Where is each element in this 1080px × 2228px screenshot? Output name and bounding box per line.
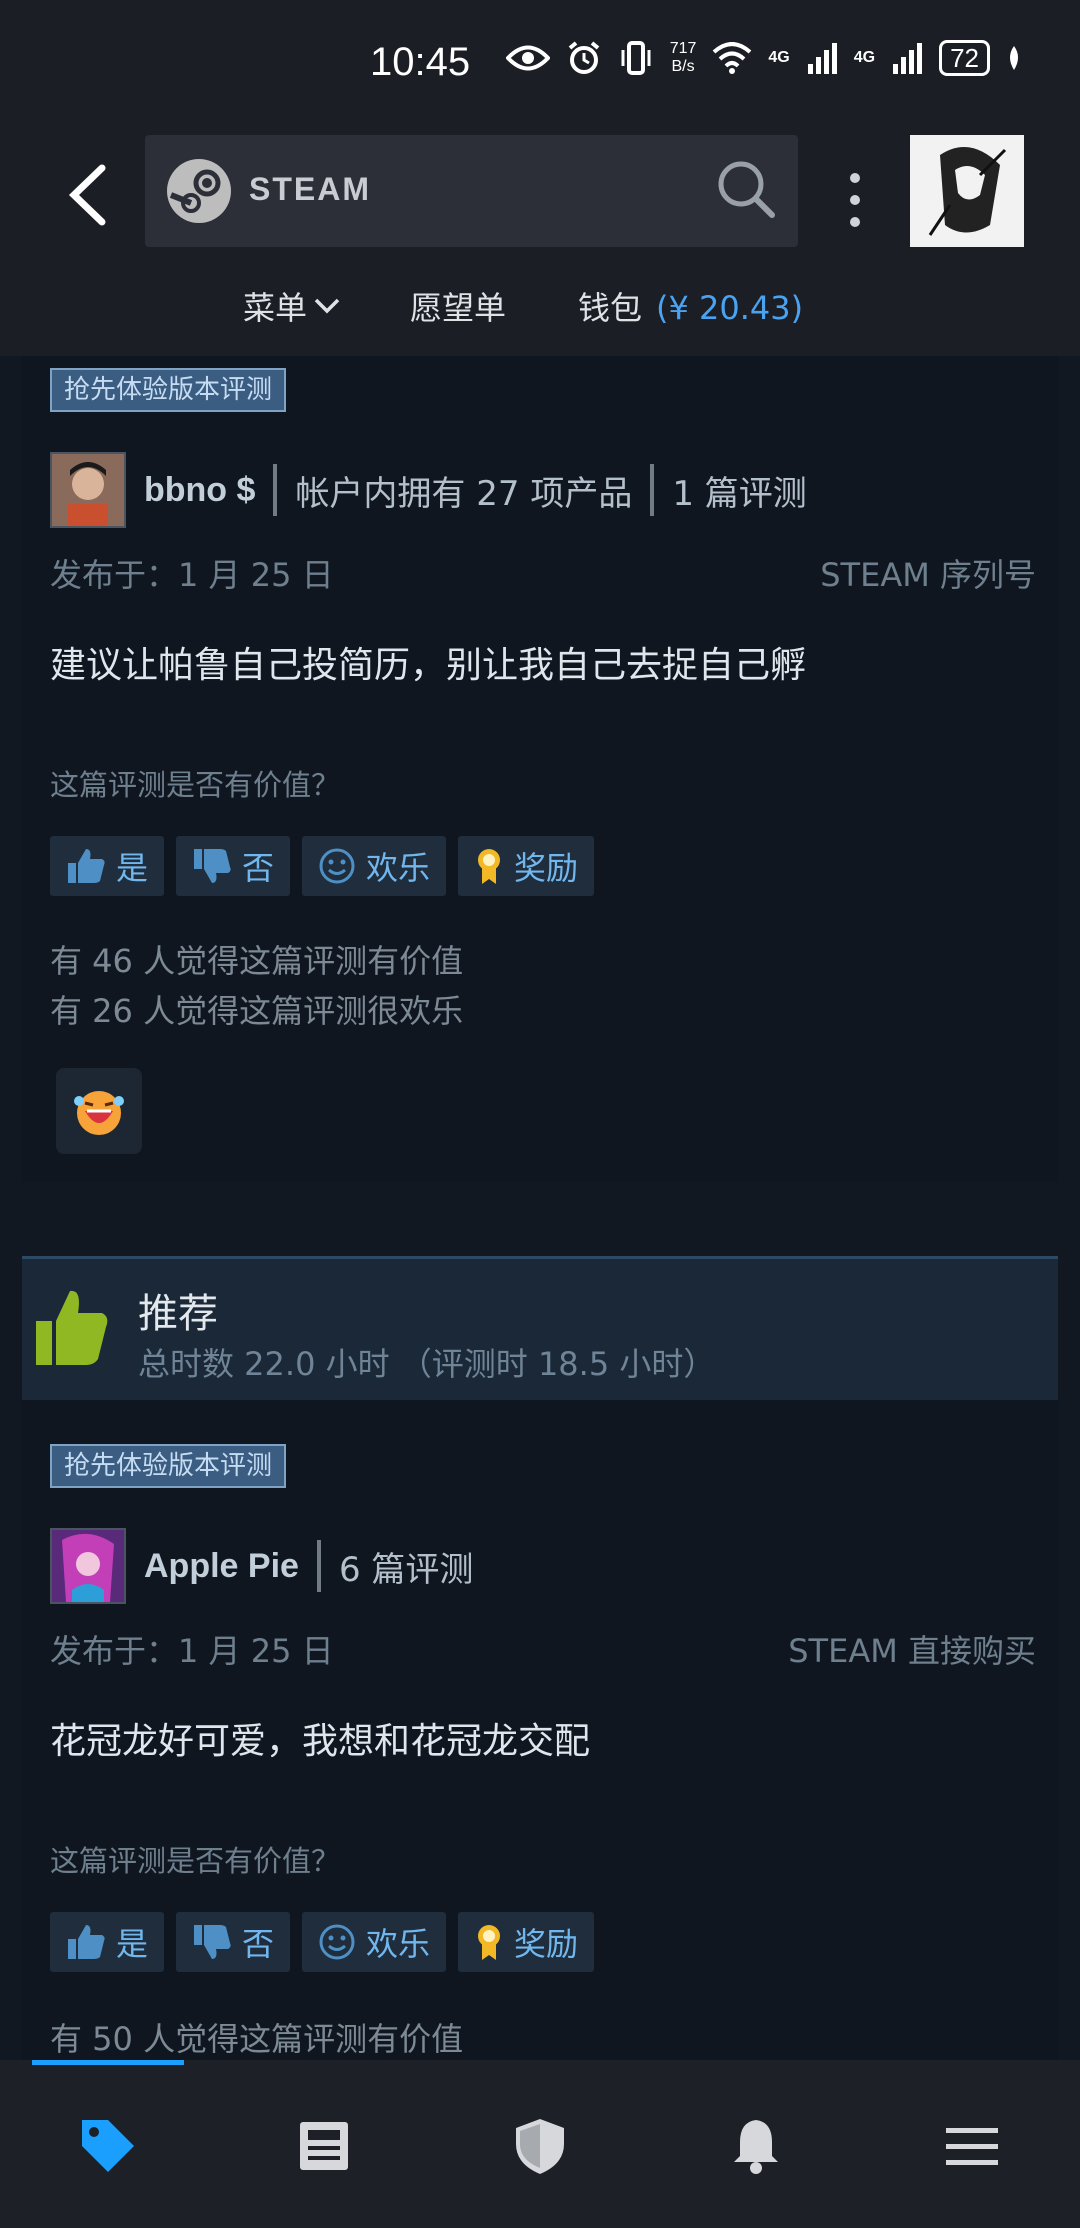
helpful-question: 这篇评测是否有价值？ [50,1844,341,1878]
wishlist-link[interactable]: 愿望单 [410,283,506,329]
vote-yes-label: 是 [116,849,149,887]
reviewer-avatar[interactable] [50,452,126,528]
search-bar[interactable]: STEAM [145,135,798,247]
network-type-2: 4G [853,49,876,66]
reviewer-info[interactable]: bbno $ 帐户内拥有 27 项产品 1 篇评测 [50,452,807,528]
shield-icon[interactable] [510,2116,570,2176]
status-icons: 717 B/s 4G 4G 72 [505,40,1022,76]
vote-funny-label: 欢乐 [366,1925,431,1963]
purchase-source: STEAM 直接购买 [788,1632,1036,1670]
vote-no-button[interactable]: 否 [176,1912,291,1972]
reviewer-avatar[interactable] [50,1528,126,1604]
posted-date: 发布于：1 月 25 日 [50,556,334,594]
vote-yes-button[interactable]: 是 [50,1912,165,1972]
reviewer-products: 帐户内拥有 27 项产品 [295,473,633,514]
thumbs-up-icon [68,849,105,883]
wifi-icon [713,42,752,74]
smiley-icon [319,1924,355,1960]
bottom-navigation [0,2060,1080,2228]
leaf-icon [1010,46,1018,70]
signal-icon-2 [893,43,923,74]
review-card: 抢先体验版本评测 bbno $ 帐户内拥有 27 项产品 1 篇评测 发布于：1… [22,356,1058,1182]
smiley-icon [319,848,355,884]
vote-funny-label: 欢乐 [366,849,431,887]
back-arrow-icon[interactable] [60,160,120,230]
vote-funny-button[interactable]: 欢乐 [302,836,447,896]
menu-dropdown[interactable]: 菜单 [243,283,341,329]
menu-label: 菜单 [243,289,308,327]
review-text: 花冠龙好可爱，我想和花冠龙交配 [50,1721,591,1762]
award-label: 奖励 [514,1925,579,1963]
wallet-balance: (¥ 20.43) [656,289,804,327]
helpful-count: 有 50 人觉得这篇评测有价值 [50,2020,464,2058]
vote-buttons: 是 否 欢乐 奖励 [50,1912,595,1972]
reviewer-info[interactable]: Apple Pie 6 篇评测 [50,1528,473,1604]
store-tag-icon[interactable] [78,2116,138,2176]
reviewer-name[interactable]: bbno $ [144,471,255,510]
divider [650,464,655,516]
laughing-emoji-icon [74,1091,124,1135]
search-icon[interactable] [716,159,776,219]
purchase-source: STEAM 序列号 [820,556,1036,594]
thumbs-down-icon [194,1925,231,1959]
review-card: 抢先体验版本评测 Apple Pie 6 篇评测 发布于：1 月 25 日 ST… [22,1400,1058,2060]
vote-no-label: 否 [242,1925,275,1963]
app-header: STEAM 菜单 愿望单 钱包 (¥ 20.43) [0,120,1080,356]
thumbs-down-icon [194,849,231,883]
award-button[interactable]: 奖励 [458,836,595,896]
recommend-label: 推荐 [138,1291,218,1337]
vote-buttons: 是 否 欢乐 奖励 [50,836,595,896]
award-label: 奖励 [514,849,579,887]
hamburger-menu-icon[interactable] [942,2116,1002,2176]
network-type-1: 4G [768,49,790,66]
thumbs-up-icon [68,1925,105,1959]
playtime-hours: 总时数 22.0 小时 （评测时 18.5 小时） [138,1345,716,1383]
status-bar: 10:45 717 B/s 4G 4G 72 [0,0,1080,120]
award-medal-icon [478,1925,501,1960]
notification-bell-icon[interactable] [726,2116,786,2176]
recommendation-header: 推荐 总时数 22.0 小时 （评测时 18.5 小时） [22,1256,1058,1400]
store-nav: 菜单 愿望单 钱包 (¥ 20.43) [0,283,1080,333]
divider [316,1540,321,1592]
early-access-tag: 抢先体验版本评测 [50,1444,287,1488]
more-options-icon[interactable] [845,170,865,230]
signal-icon [807,43,837,74]
received-award[interactable] [56,1068,142,1154]
vote-funny-button[interactable]: 欢乐 [302,1912,447,1972]
posted-date: 发布于：1 月 25 日 [50,1632,334,1670]
reviewer-review-count: 1 篇评测 [672,473,807,514]
eye-icon [505,45,550,71]
helpful-count: 有 46 人觉得这篇评测有价值 [50,942,464,980]
thumbs-up-recommend-icon [36,1290,108,1365]
vibrate-icon [621,41,651,75]
early-access-tag: 抢先体验版本评测 [50,368,287,412]
vote-no-label: 否 [242,849,275,887]
reviewer-name[interactable]: Apple Pie [144,1547,299,1586]
wallet-label: 钱包 [578,289,643,327]
chevron-down-icon [314,298,340,314]
battery-level: 72 [939,40,990,76]
reviewer-review-count: 6 篇评测 [338,1549,474,1590]
steam-logo-icon [167,159,231,223]
helpful-question: 这篇评测是否有价值？ [50,768,341,802]
vote-yes-button[interactable]: 是 [50,836,165,896]
review-text: 建议让帕鲁自己投简历，别让我自己去捉自己孵 [50,645,807,686]
user-avatar[interactable] [910,135,1024,247]
award-button[interactable]: 奖励 [458,1912,595,1972]
wallet-link[interactable]: 钱包 (¥ 20.43) [578,283,803,329]
active-tab-indicator [32,2060,184,2065]
news-icon[interactable] [294,2116,354,2176]
vote-no-button[interactable]: 否 [176,836,291,896]
alarm-icon [568,41,599,74]
award-medal-icon [478,849,501,884]
divider [273,464,278,516]
steam-wordmark: STEAM [249,171,371,207]
network-speed: 717 B/s [669,40,697,75]
funny-count: 有 26 人觉得这篇评测很欢乐 [50,992,464,1030]
vote-yes-label: 是 [116,1925,149,1963]
clock: 10:45 [370,40,471,84]
